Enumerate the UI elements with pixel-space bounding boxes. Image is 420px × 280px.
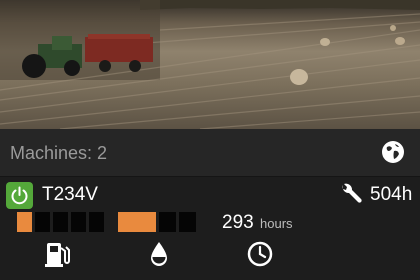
fuel-segment [89,212,104,232]
def-level-gauge [118,212,196,232]
def-segment [159,212,176,232]
machine-id[interactable]: T234V [42,184,98,206]
total-hours: 504h [370,184,413,205]
fuel-segment [35,212,50,232]
fuel-segment [17,212,32,232]
fuel-segment [53,212,68,232]
fuel-pump-icon [44,239,72,269]
field-scene [0,0,420,129]
wrench-icon[interactable] [338,181,364,207]
engine-hours-unit: hours [260,216,293,231]
globe-icon[interactable] [380,139,406,165]
clock-icon [246,239,274,269]
machines-summary-bar: Machines: 2 [0,129,420,177]
def-segment [179,212,196,232]
machines-count-label: Machines: 2 [10,143,108,163]
water-drop-icon [145,239,173,269]
engine-hours-value: 293 [222,212,254,233]
hero-photo [0,0,420,129]
fuel-segment [71,212,86,232]
power-button[interactable] [6,182,33,209]
power-icon [11,186,28,205]
def-segment [118,212,156,232]
fuel-level-gauge [17,212,104,232]
